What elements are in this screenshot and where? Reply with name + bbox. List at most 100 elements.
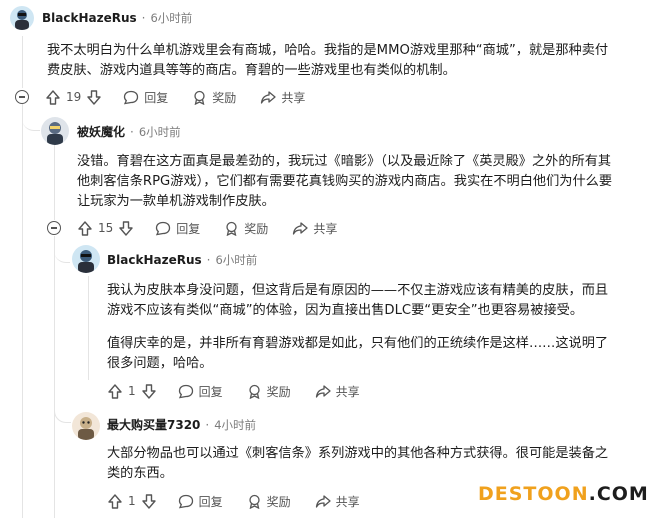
- share-button[interactable]: 共享: [260, 89, 305, 106]
- share-button[interactable]: 共享: [292, 220, 337, 237]
- meta-separator: ·: [206, 253, 211, 267]
- award-icon: [249, 384, 260, 399]
- vote-control: 1: [108, 383, 156, 399]
- share-icon: [293, 221, 308, 235]
- user-avatar-icon: [72, 245, 100, 273]
- vote-count: 1: [128, 494, 136, 508]
- share-label: 共享: [313, 221, 338, 236]
- share-icon: [261, 90, 276, 104]
- avatar[interactable]: [72, 412, 100, 440]
- watermark-part1: DESTOON: [478, 483, 589, 505]
- award-label: 奖励: [266, 494, 291, 509]
- comment-line: 我认为皮肤本身没问题，但这背后是有原因的——不仅主游戏应该有精美的皮肤，而且: [107, 283, 609, 298]
- timestamp[interactable]: 6小时前: [139, 124, 181, 140]
- collapse-thread-button[interactable]: [15, 90, 29, 104]
- user-avatar-icon: [10, 6, 34, 30]
- award-button[interactable]: 奖励: [247, 493, 291, 510]
- comment-line: 让玩家为一款单机游戏制作皮肤。: [77, 194, 275, 209]
- timestamp[interactable]: 6小时前: [215, 252, 257, 268]
- username[interactable]: 最大购买量7320: [107, 416, 200, 433]
- username[interactable]: BlackHazeRus: [42, 11, 137, 25]
- watermark-part2: .COM: [588, 483, 649, 505]
- award-button[interactable]: 奖励: [192, 89, 236, 106]
- vote-control: 15: [78, 220, 133, 236]
- award-icon: [226, 221, 237, 236]
- award-button[interactable]: 奖励: [224, 220, 268, 237]
- reply-button[interactable]: 回复: [178, 383, 223, 400]
- downvote-icon[interactable]: [119, 220, 133, 236]
- avatar[interactable]: [10, 6, 34, 30]
- avatar[interactable]: [41, 117, 69, 145]
- comment-icon: [178, 494, 193, 508]
- comment-actions: 15 回复 奖励 共享: [78, 217, 361, 239]
- reply-label: 回复: [198, 384, 223, 399]
- collapse-thread-button[interactable]: [47, 221, 61, 235]
- downvote-icon[interactable]: [141, 383, 156, 399]
- downvote-icon[interactable]: [141, 493, 156, 509]
- comment-actions: 1 回复 奖励 共享: [108, 380, 384, 402]
- watermark: DESTOON.COM: [478, 483, 649, 505]
- comment-line: 很多问题，哈哈。: [107, 356, 213, 371]
- comment-spacer: [107, 321, 642, 334]
- username[interactable]: BlackHazeRus: [107, 253, 202, 267]
- upvote-icon[interactable]: [108, 493, 122, 509]
- vote-count: 15: [98, 221, 114, 235]
- thread-connector: [54, 396, 71, 423]
- reply-label: 回复: [144, 90, 169, 105]
- upvote-icon[interactable]: [46, 89, 60, 105]
- timestamp[interactable]: 4小时前: [214, 417, 256, 433]
- user-avatar-icon: [72, 412, 100, 440]
- meta-separator: ·: [141, 11, 146, 25]
- meta-separator: ·: [130, 125, 134, 139]
- comment-icon: [124, 90, 139, 104]
- award-button[interactable]: 奖励: [247, 383, 291, 400]
- downvote-icon[interactable]: [87, 89, 101, 105]
- reply-button[interactable]: 回复: [178, 493, 223, 510]
- award-icon: [249, 494, 260, 509]
- thread-line-level2-lower: [54, 236, 55, 518]
- comment-line: 游戏不应该有类似“商城”的体验，因为直接出售DLC要“更安全”也更容易被接受。: [107, 303, 584, 318]
- reply-label: 回复: [198, 494, 223, 509]
- reply-label: 回复: [176, 221, 201, 236]
- comment-icon: [178, 384, 193, 398]
- vote-count: 1: [128, 384, 136, 398]
- share-label: 共享: [281, 90, 306, 105]
- upvote-icon[interactable]: [108, 383, 122, 399]
- comment-line: 大部分物品也可以通过《刺客信条》系列游戏中的其他各种方式获得。很可能是装备之: [107, 446, 609, 461]
- comment-line: 类的东西。: [107, 466, 173, 481]
- share-label: 共享: [335, 494, 360, 509]
- reply-button[interactable]: 回复: [123, 89, 168, 106]
- share-icon: [315, 494, 331, 508]
- thread-line-level2: [54, 144, 55, 220]
- thread-line-level3: [88, 276, 89, 380]
- vote-count: 19: [66, 90, 82, 104]
- comment-actions: 1 回复 奖励 共享: [108, 490, 384, 512]
- comment-body: 我认为皮肤本身没问题，但这背后是有原因的——不仅主游戏应该有精美的皮肤，而且 游…: [107, 281, 642, 374]
- avatar[interactable]: [72, 245, 100, 273]
- vote-control: 1: [108, 493, 156, 509]
- share-label: 共享: [335, 384, 360, 399]
- meta-separator: ·: [205, 418, 210, 432]
- comment-body: 大部分物品也可以通过《刺客信条》系列游戏中的其他各种方式获得。很可能是装备之 类…: [107, 444, 642, 484]
- thread-connector: [22, 104, 40, 131]
- award-label: 奖励: [266, 384, 291, 399]
- award-label: 奖励: [212, 90, 237, 105]
- user-avatar-icon: [41, 117, 69, 145]
- reply-button[interactable]: 回复: [155, 220, 200, 237]
- share-button[interactable]: 共享: [315, 383, 360, 400]
- comment-line: 没错。育碧在这方面真是最差劲的，我玩过《暗影》（以及最近除了《英灵殿》之外的所有…: [77, 154, 612, 169]
- thread-line-level1-lower: [22, 104, 23, 518]
- thread-line-level1: [22, 36, 23, 88]
- award-label: 奖励: [244, 221, 269, 236]
- comment-line: 我不太明白为什么单机游戏里会有商城，哈哈。我指的是MMO游戏里那种“商城”，就是…: [47, 43, 609, 58]
- comment-line: 值得庆幸的是，并非所有育碧游戏都是如此，只有他们的正统续作是这样……这说明了: [107, 336, 609, 351]
- thread-connector: [54, 236, 70, 263]
- upvote-icon[interactable]: [78, 220, 92, 236]
- comment-body: 没错。育碧在这方面真是最差劲的，我玩过《暗影》（以及最近除了《英灵殿》之外的所有…: [77, 152, 642, 212]
- comment-icon: [156, 221, 171, 235]
- share-button[interactable]: 共享: [315, 493, 360, 510]
- timestamp[interactable]: 6小时前: [150, 10, 192, 26]
- vote-control: 19: [46, 89, 101, 105]
- username[interactable]: 被妖魔化: [77, 123, 125, 140]
- award-icon: [194, 90, 205, 105]
